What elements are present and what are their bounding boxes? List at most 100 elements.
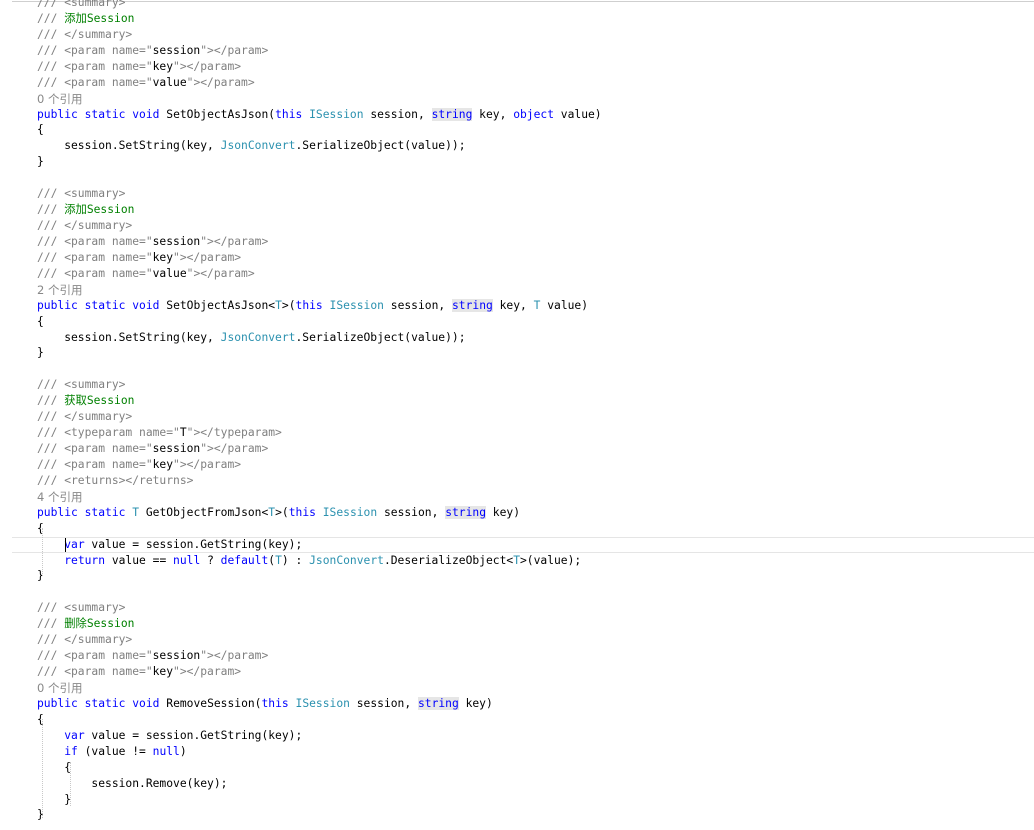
code-token: key, bbox=[492, 298, 534, 312]
code-token: "></param> bbox=[200, 234, 269, 248]
code-line: /// 添加Session bbox=[37, 202, 134, 218]
code-line: /// </summary> bbox=[37, 409, 132, 425]
code-token: /// <summary> bbox=[37, 0, 126, 9]
indent-guide bbox=[42, 719, 43, 818]
code-token: session.Remove(key); bbox=[37, 776, 228, 790]
code-token: key bbox=[152, 665, 174, 679]
codelens-references[interactable]: 2 个引用 bbox=[37, 282, 82, 298]
code-token: /// <param name=" bbox=[37, 457, 153, 471]
code-line: { bbox=[37, 122, 44, 138]
code-token: T bbox=[179, 426, 187, 440]
code-token: "></typeparam> bbox=[186, 426, 282, 440]
editor-gutter bbox=[0, 0, 12, 830]
code-token: } bbox=[37, 346, 44, 360]
codelens-references[interactable]: 0 个引用 bbox=[37, 680, 82, 696]
codelens-references[interactable]: 4 个引用 bbox=[37, 489, 82, 505]
code-token: SetObjectAsJson( bbox=[159, 107, 276, 121]
code-token: "></param> bbox=[173, 457, 242, 471]
code-line: session.SetString(key, JsonConvert.Seria… bbox=[37, 330, 466, 346]
code-token: /// <param name=" bbox=[37, 442, 153, 456]
code-token: key bbox=[152, 59, 174, 73]
comment-token: 获取Session bbox=[64, 394, 135, 408]
code-token: "></param> bbox=[173, 59, 242, 73]
code-token: /// <param name=" bbox=[37, 59, 153, 73]
code-token: /// <param name=" bbox=[37, 665, 153, 679]
code-token: ? bbox=[200, 553, 221, 567]
keyword-token: public bbox=[37, 107, 78, 121]
keyword-token: void bbox=[132, 107, 160, 121]
code-token: .SerializeObject(value)); bbox=[295, 139, 466, 153]
code-line: var value = session.GetString(key); bbox=[37, 537, 302, 553]
code-token: .DeserializeObject< bbox=[383, 553, 514, 567]
code-token: } bbox=[37, 155, 44, 169]
keyword-token: string bbox=[445, 505, 486, 519]
type-token: ISession bbox=[295, 696, 350, 710]
code-token: /// <typeparam name=" bbox=[37, 426, 180, 440]
indent-guide bbox=[42, 528, 43, 576]
code-token: /// </summary> bbox=[37, 410, 133, 424]
code-line: /// <param name="session"></param> bbox=[37, 441, 268, 457]
code-token: session, bbox=[363, 107, 432, 121]
code-line: /// <summary> bbox=[37, 0, 125, 11]
code-token: { bbox=[37, 123, 44, 137]
keyword-token: public bbox=[37, 696, 78, 710]
editor-top-border bbox=[0, 1, 1034, 2]
code-line: /// <param name="key"></param> bbox=[37, 59, 241, 75]
code-token: session, bbox=[377, 505, 446, 519]
keyword-token: this bbox=[288, 505, 316, 519]
code-token: /// bbox=[37, 617, 65, 631]
code-token: value) bbox=[554, 107, 602, 121]
code-token: "></param> bbox=[173, 665, 242, 679]
code-token: ) bbox=[179, 744, 187, 758]
keyword-token: static bbox=[84, 696, 126, 710]
code-line: /// <param name="session"></param> bbox=[37, 234, 268, 250]
code-line: if (value != null) bbox=[37, 744, 187, 760]
code-token: ) : bbox=[281, 553, 310, 567]
code-token: (value != bbox=[77, 744, 153, 758]
code-token: session bbox=[152, 43, 201, 57]
code-token: "></param> bbox=[200, 649, 269, 663]
code-editor[interactable]: /// <summary>/// 添加Session/// </summary>… bbox=[0, 0, 1034, 830]
code-token: key, bbox=[472, 107, 514, 121]
code-token: /// </summary> bbox=[37, 219, 133, 233]
code-token: .SerializeObject(value)); bbox=[295, 330, 466, 344]
code-token: /// bbox=[37, 11, 65, 25]
keyword-token: var bbox=[64, 537, 85, 551]
keyword-token: public bbox=[37, 505, 78, 519]
code-token: /// </summary> bbox=[37, 27, 133, 41]
type-token: T bbox=[513, 553, 520, 567]
code-line: public static void RemoveSession(this IS… bbox=[37, 696, 493, 712]
code-token: session bbox=[152, 234, 201, 248]
code-token: >(value); bbox=[520, 553, 582, 567]
code-line: /// <summary> bbox=[37, 186, 125, 202]
code-token: /// bbox=[37, 394, 65, 408]
code-line: return value == null ? default(T) : Json… bbox=[37, 553, 581, 569]
comment-token: 添加Session bbox=[64, 11, 135, 25]
keyword-token: string bbox=[451, 298, 493, 312]
code-line: session.SetString(key, JsonConvert.Seria… bbox=[37, 138, 466, 154]
codelens-references[interactable]: 0 个引用 bbox=[37, 91, 82, 107]
code-line: /// <param name="value"></param> bbox=[37, 266, 255, 282]
code-token: /// <param name=" bbox=[37, 234, 153, 248]
keyword-token: string bbox=[417, 696, 459, 710]
code-token: "></param> bbox=[173, 250, 242, 264]
code-token: key) bbox=[486, 505, 521, 519]
code-token: "></param> bbox=[200, 442, 269, 456]
code-token: session bbox=[152, 649, 201, 663]
code-token: value bbox=[152, 75, 187, 89]
keyword-token: null bbox=[173, 553, 201, 567]
code-line: /// <param name="session"></param> bbox=[37, 648, 268, 664]
code-line: /// <param name="key"></param> bbox=[37, 457, 241, 473]
code-line: /// </summary> bbox=[37, 27, 132, 43]
type-token: T bbox=[275, 298, 282, 312]
type-token: ISession bbox=[329, 298, 384, 312]
code-token: >( bbox=[275, 505, 289, 519]
indent-guide bbox=[70, 762, 71, 806]
code-line: /// <param name="key"></param> bbox=[37, 664, 241, 680]
keyword-token: object bbox=[513, 107, 554, 121]
type-token: JsonConvert bbox=[309, 553, 384, 567]
